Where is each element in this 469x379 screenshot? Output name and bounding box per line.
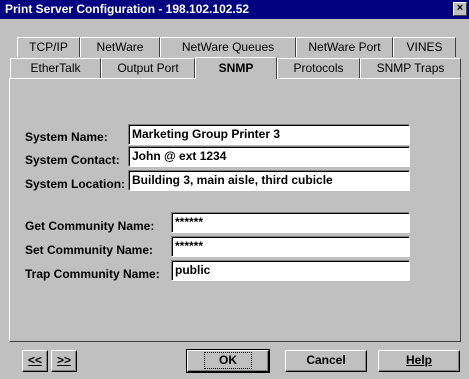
- system-name-label: System Name:: [25, 130, 108, 144]
- system-location-label: System Location:: [25, 177, 126, 191]
- get-community-label: Get Community Name:: [25, 219, 155, 233]
- help-button[interactable]: Help: [378, 350, 460, 372]
- cancel-button-label: Cancel: [306, 353, 346, 367]
- help-button-label: Help: [405, 353, 432, 367]
- prev-button[interactable]: <<: [22, 350, 48, 372]
- next-button-label: >>: [56, 353, 71, 367]
- trap-community-label: Trap Community Name:: [25, 267, 160, 281]
- next-button[interactable]: >>: [51, 350, 77, 372]
- prev-button-label: <<: [27, 353, 42, 367]
- ok-button[interactable]: OK: [186, 349, 270, 373]
- set-community-label: Set Community Name:: [25, 243, 154, 257]
- set-community-field[interactable]: ******: [171, 236, 410, 257]
- trap-community-field[interactable]: public: [171, 260, 410, 281]
- system-location-field[interactable]: Building 3, main aisle, third cubicle: [128, 170, 410, 191]
- get-community-field[interactable]: ******: [171, 212, 410, 233]
- system-contact-label: System Contact:: [25, 153, 120, 167]
- system-name-field[interactable]: Marketing Group Printer 3: [128, 124, 410, 145]
- cancel-button[interactable]: Cancel: [285, 350, 367, 372]
- system-contact-field[interactable]: John @ ext 1234: [128, 146, 410, 167]
- ok-button-label: OK: [204, 352, 252, 369]
